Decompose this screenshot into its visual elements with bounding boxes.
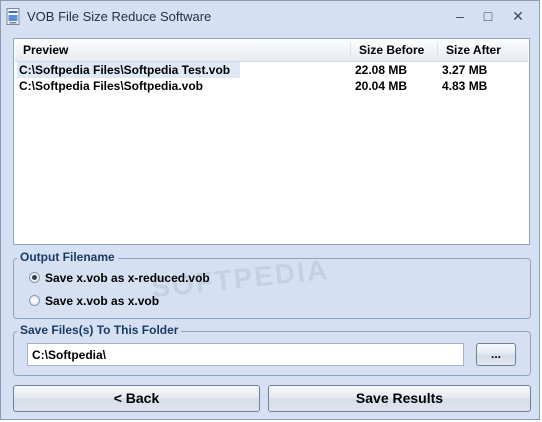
file-list-header: Preview Size Before Size After — [15, 40, 528, 62]
app-icon — [6, 8, 20, 25]
size-before-cell: 20.04 MB — [355, 79, 408, 93]
browse-folder-button[interactable]: ... — [476, 343, 516, 366]
close-icon[interactable]: ✕ — [507, 6, 529, 26]
save-folder-label: Save Files(s) To This Folder — [17, 323, 182, 337]
title-bar[interactable]: VOB File Size Reduce Software – □ ✕ — [1, 1, 541, 33]
table-row[interactable]: C:\Softpedia Files\Softpedia Test.vob 22… — [15, 62, 528, 78]
main-window: VOB File Size Reduce Software – □ ✕ Prev… — [0, 0, 540, 420]
output-filename-label: Output Filename — [17, 250, 118, 264]
size-after-cell: 4.83 MB — [442, 79, 488, 93]
file-list[interactable]: Preview Size Before Size After C:\Softpe… — [13, 38, 530, 245]
radio-label[interactable]: Save x.vob as x-reduced.vob — [45, 271, 210, 285]
file-name-cell: C:\Softpedia Files\Softpedia.vob — [19, 79, 204, 93]
table-row[interactable]: C:\Softpedia Files\Softpedia.vob 20.04 M… — [15, 78, 528, 94]
save-results-button[interactable]: Save Results — [268, 385, 531, 412]
back-button[interactable]: < Back — [13, 385, 260, 412]
column-header-size-after[interactable]: Size After — [438, 40, 528, 61]
folder-path-input[interactable] — [27, 343, 464, 366]
radio-label[interactable]: Save x.vob as x.vob — [45, 294, 159, 308]
size-after-cell: 3.27 MB — [442, 63, 488, 77]
maximize-icon[interactable]: □ — [477, 6, 499, 26]
column-header-size-before[interactable]: Size Before — [351, 40, 437, 61]
radio-button[interactable] — [29, 295, 40, 306]
minimize-icon[interactable]: – — [449, 6, 471, 26]
size-before-cell: 22.08 MB — [355, 63, 408, 77]
window-title: VOB File Size Reduce Software — [27, 9, 212, 24]
column-header-preview[interactable]: Preview — [15, 40, 350, 61]
file-name-cell: C:\Softpedia Files\Softpedia Test.vob — [19, 63, 231, 77]
radio-button-selected[interactable] — [29, 272, 40, 283]
